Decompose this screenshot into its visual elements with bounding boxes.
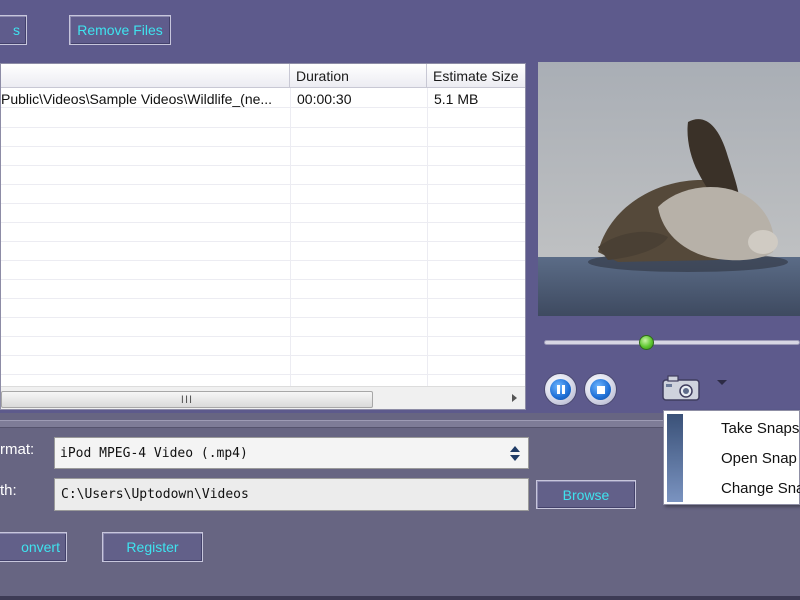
window-bottom-edge	[0, 596, 800, 600]
format-label: rmat:	[0, 441, 35, 458]
table-row	[1, 147, 525, 166]
snapshot-button[interactable]	[662, 374, 702, 402]
scrollbar-thumb[interactable]: III	[1, 391, 373, 408]
file-list[interactable]: Duration Estimate Size Public\Videos\Sam…	[0, 63, 526, 410]
path-label: th:	[0, 482, 17, 499]
output-path-field[interactable]: C:\Users\Uptodown\Videos	[54, 478, 529, 511]
table-row	[1, 128, 525, 147]
seek-bar[interactable]	[544, 340, 800, 345]
format-select[interactable]: iPod MPEG-4 Video (.mp4)	[54, 437, 529, 469]
table-row	[1, 223, 525, 242]
menu-item-take-snapshot[interactable]: Take Snaps	[721, 415, 800, 441]
column-header-size[interactable]: Estimate Size	[427, 64, 525, 88]
pause-button[interactable]	[544, 373, 577, 406]
table-row	[1, 242, 525, 261]
table-row	[1, 280, 525, 299]
duration-cell: 00:00:30	[297, 90, 352, 107]
seek-handle[interactable]	[638, 335, 654, 350]
select-arrows-icon	[510, 446, 520, 462]
video-frame	[538, 62, 800, 316]
table-row	[1, 166, 525, 185]
table-row	[1, 185, 525, 204]
snapshot-menu: Take Snaps Open Snap Change Sna	[663, 410, 800, 505]
add-files-button[interactable]: s	[0, 15, 27, 45]
file-path-cell: Public\Videos\Sample Videos\Wildlife_(ne…	[1, 90, 273, 107]
table-row	[1, 356, 525, 375]
column-header-name[interactable]	[1, 64, 290, 88]
browse-button[interactable]: Browse	[536, 480, 636, 509]
camera-icon	[662, 375, 700, 401]
table-row	[1, 261, 525, 280]
register-button[interactable]: Register	[102, 532, 203, 562]
table-row	[1, 337, 525, 356]
video-preview	[538, 62, 800, 316]
table-row	[1, 109, 525, 128]
convert-button[interactable]: onvert	[0, 532, 67, 562]
horizontal-scrollbar[interactable]: III	[1, 386, 525, 409]
stop-button[interactable]	[584, 373, 617, 406]
table-row	[1, 204, 525, 223]
table-row	[1, 318, 525, 337]
column-header-duration[interactable]: Duration	[290, 64, 427, 88]
menu-side-strip	[667, 414, 683, 502]
menu-item-change-snapshot[interactable]: Change Sna	[721, 475, 800, 501]
scroll-right-arrow-icon[interactable]	[512, 394, 517, 402]
file-list-header: Duration Estimate Size	[1, 64, 525, 88]
size-cell: 5.1 MB	[434, 90, 479, 107]
pause-icon	[550, 379, 571, 400]
stop-icon	[590, 379, 611, 400]
remove-files-button[interactable]: Remove Files	[69, 15, 171, 45]
table-row	[1, 299, 525, 318]
format-select-value: iPod MPEG-4 Video (.mp4)	[60, 445, 248, 461]
table-row[interactable]: Public\Videos\Sample Videos\Wildlife_(ne…	[1, 89, 525, 108]
snapshot-dropdown-arrow-icon[interactable]	[717, 380, 727, 385]
menu-item-open-snapshot[interactable]: Open Snap	[721, 445, 800, 471]
